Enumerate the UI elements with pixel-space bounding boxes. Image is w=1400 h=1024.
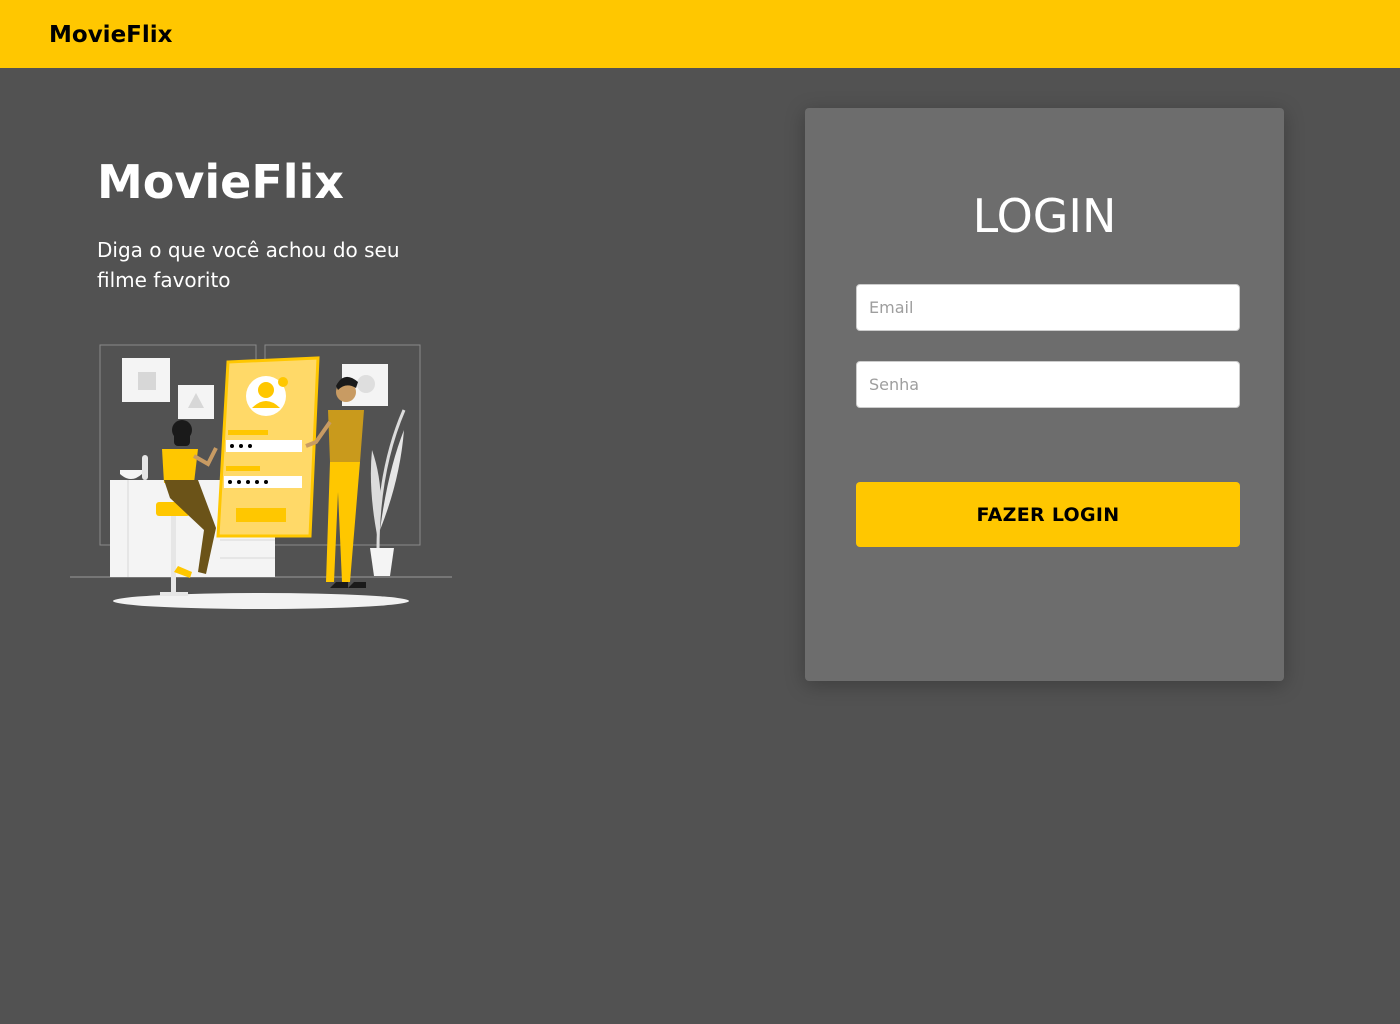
- login-title: LOGIN: [972, 189, 1117, 243]
- navbar: MovieFlix: [0, 0, 1400, 68]
- login-button[interactable]: FAZER LOGIN: [856, 482, 1240, 547]
- password-field[interactable]: [856, 361, 1240, 408]
- login-card: LOGIN FAZER LOGIN: [805, 108, 1284, 681]
- login-illustration: [70, 344, 452, 609]
- email-field[interactable]: [856, 284, 1240, 331]
- hero-title: MovieFlix: [97, 155, 344, 209]
- hero-subtitle: Diga o que você achou do seu filme favor…: [97, 238, 400, 292]
- navbar-brand[interactable]: MovieFlix: [49, 20, 172, 50]
